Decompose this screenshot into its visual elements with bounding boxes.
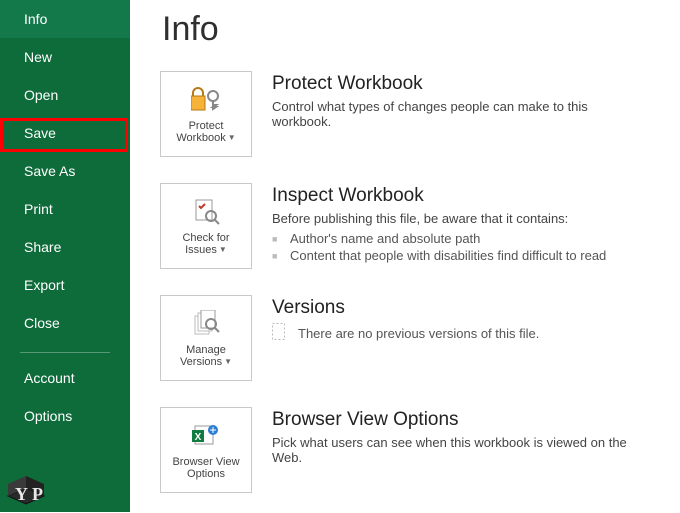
- tile-label: Workbook: [176, 132, 225, 144]
- svg-text:Y: Y: [15, 484, 28, 504]
- tile-label: Versions: [180, 356, 222, 368]
- tile-label: Browser View: [172, 456, 239, 468]
- sidebar-item-label: Share: [24, 239, 61, 255]
- versions-title: Versions: [272, 297, 650, 319]
- document-ghost-icon: [272, 323, 286, 344]
- yp-logo: Y P: [2, 466, 58, 508]
- sidebar-item-label: Account: [24, 370, 75, 386]
- sidebar-item-label: Print: [24, 201, 53, 217]
- sidebar-item-label: Info: [24, 11, 47, 27]
- versions-section: Manage Versions▼ Versions There are no p…: [160, 295, 650, 381]
- inspect-section: Check for Issues▼ Inspect Workbook Befor…: [160, 183, 650, 269]
- sidebar-item-label: New: [24, 49, 52, 65]
- sidebar-item-info[interactable]: Info: [0, 0, 130, 38]
- excel-globe-icon: X: [191, 420, 221, 452]
- sidebar-item-label: Open: [24, 87, 58, 103]
- tile-label: Issues: [185, 244, 217, 256]
- protect-desc: Control what types of changes people can…: [272, 99, 650, 129]
- chevron-down-icon: ▼: [219, 245, 227, 254]
- manage-versions-button[interactable]: Manage Versions▼: [160, 295, 252, 381]
- browser-view-options-button[interactable]: X Browser View Options: [160, 407, 252, 493]
- svg-text:X: X: [195, 432, 202, 443]
- checklist-magnifier-icon: [191, 196, 221, 228]
- sidebar-item-label: Options: [24, 408, 72, 424]
- tile-label: Options: [187, 468, 225, 480]
- browser-desc: Pick what users can see when this workbo…: [272, 435, 650, 465]
- browser-view-section: X Browser View Options Browser View Opti…: [160, 407, 650, 493]
- sidebar-item-label: Export: [24, 277, 64, 293]
- protect-title: Protect Workbook: [272, 73, 650, 95]
- check-for-issues-button[interactable]: Check for Issues▼: [160, 183, 252, 269]
- document-versions-icon: [191, 308, 221, 340]
- list-item: Content that people with disabilities fi…: [272, 247, 650, 264]
- sidebar-item-open[interactable]: Open: [0, 76, 130, 114]
- tile-label: Manage: [186, 344, 226, 356]
- sidebar-item-label: Save As: [24, 163, 75, 179]
- sidebar-item-label: Save: [24, 125, 56, 141]
- sidebar-divider: [20, 352, 110, 353]
- sidebar-item-save[interactable]: Save: [0, 114, 130, 152]
- backstage-sidebar: Info New Open Save Save As Print Share E…: [0, 0, 130, 512]
- sidebar-item-export[interactable]: Export: [0, 266, 130, 304]
- protect-section: Protect Workbook▼ Protect Workbook Contr…: [160, 71, 650, 157]
- page-title: Info: [162, 10, 650, 49]
- sidebar-item-label: Close: [24, 315, 60, 331]
- chevron-down-icon: ▼: [228, 133, 236, 142]
- tile-label: Check for: [182, 232, 229, 244]
- sidebar-item-share[interactable]: Share: [0, 228, 130, 266]
- sidebar-item-close[interactable]: Close: [0, 304, 130, 342]
- sidebar-item-options[interactable]: Options: [0, 397, 130, 435]
- sidebar-item-save-as[interactable]: Save As: [0, 152, 130, 190]
- list-item: Author's name and absolute path: [272, 230, 650, 247]
- chevron-down-icon: ▼: [224, 357, 232, 366]
- sidebar-item-account[interactable]: Account: [0, 359, 130, 397]
- inspect-desc: Before publishing this file, be aware th…: [272, 211, 650, 226]
- protect-workbook-button[interactable]: Protect Workbook▼: [160, 71, 252, 157]
- info-panel: Info Protect Workbook▼ Protect Workbook …: [130, 0, 680, 512]
- lock-key-icon: [191, 84, 221, 116]
- sidebar-item-print[interactable]: Print: [0, 190, 130, 228]
- inspect-title: Inspect Workbook: [272, 185, 650, 207]
- browser-title: Browser View Options: [272, 409, 650, 431]
- sidebar-item-new[interactable]: New: [0, 38, 130, 76]
- svg-text:P: P: [32, 484, 43, 504]
- tile-label: Protect: [189, 120, 224, 132]
- versions-text: There are no previous versions of this f…: [298, 326, 539, 341]
